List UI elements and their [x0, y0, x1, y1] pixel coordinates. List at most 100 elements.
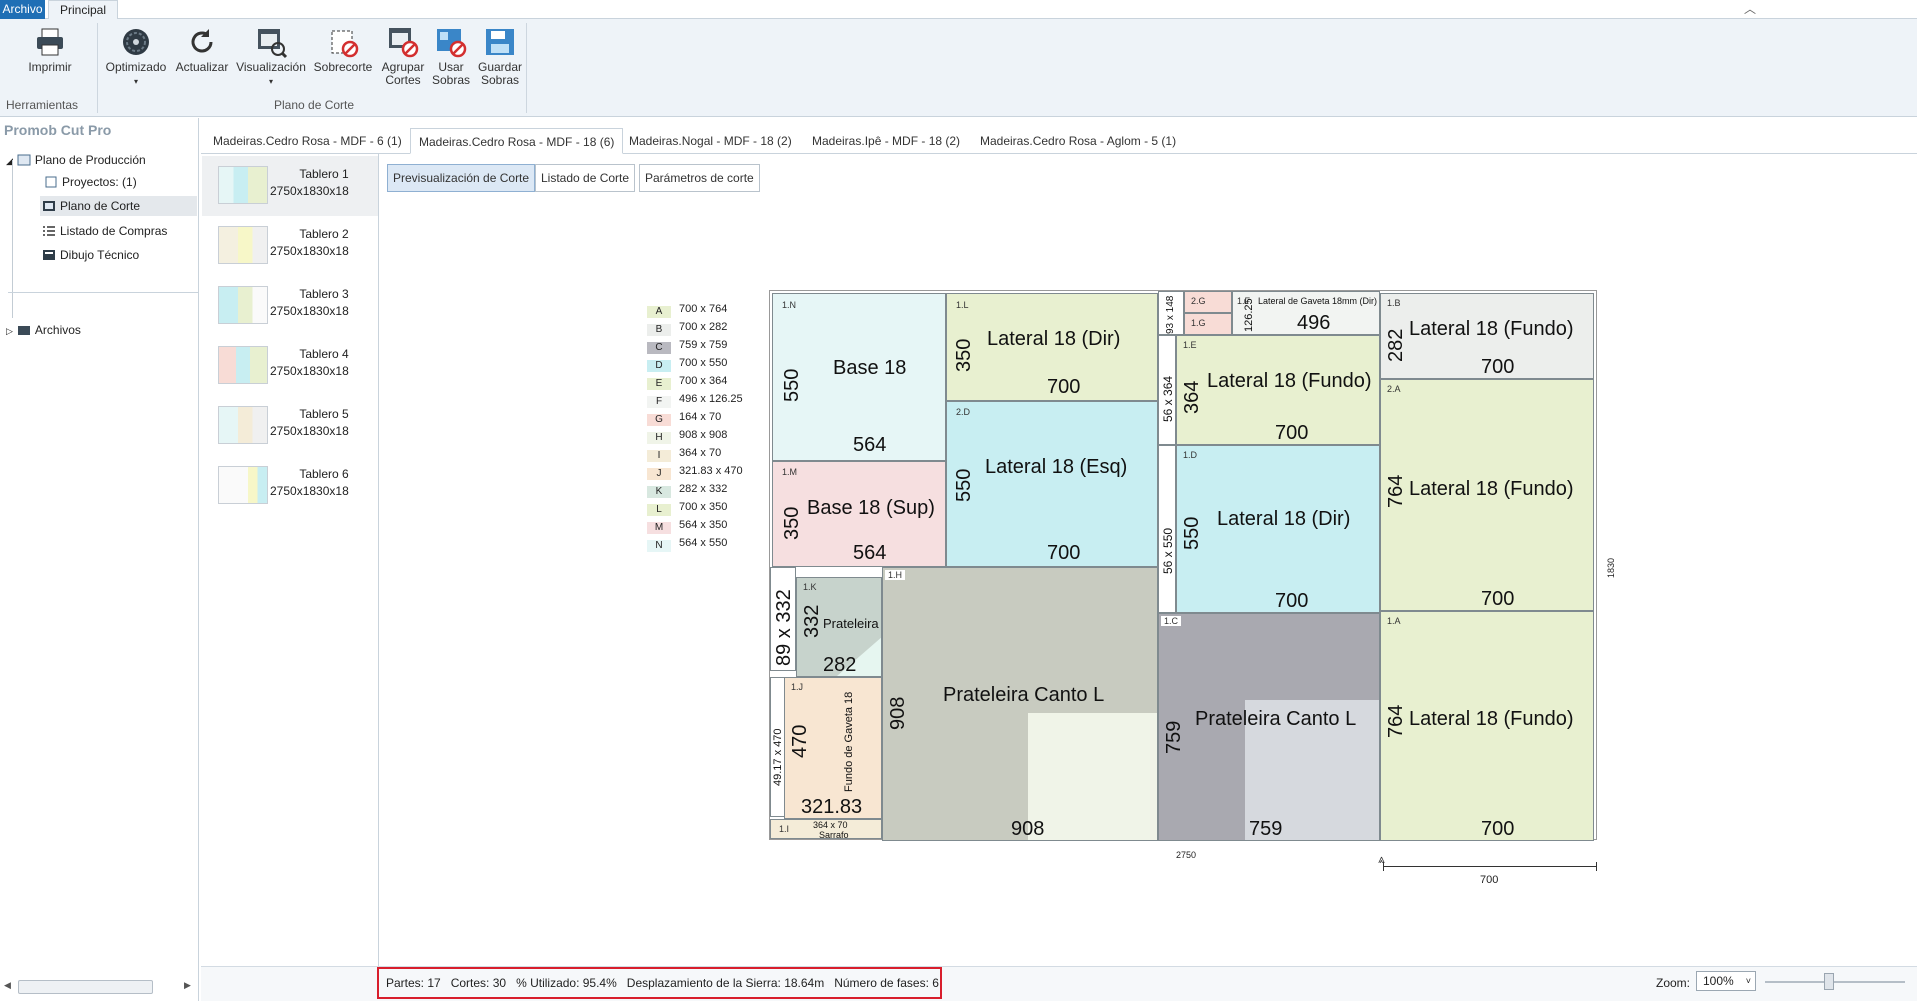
piece-1A[interactable]: 1.A Lateral 18 (Fundo) 700 764: [1380, 611, 1594, 841]
app-window: Archivo Principal ︿ Imprimir Optimizado ▾…: [0, 0, 1917, 1001]
legend-item: F 496 x 126.25: [647, 390, 743, 408]
piece-width: 700: [1275, 422, 1309, 444]
subtab-cut-parameters[interactable]: Parámetros de corte: [639, 164, 760, 192]
legend-code: J: [647, 468, 671, 480]
legend-size: 564 x 550: [679, 537, 728, 549]
legend-code: M: [647, 522, 671, 534]
board-item-4[interactable]: Tablero 4 2750x1830x18: [202, 336, 378, 396]
tree-item-files[interactable]: ▷ Archivos: [6, 320, 81, 340]
optimize-button[interactable]: Optimizado ▾: [100, 25, 172, 88]
board-thumbnail: [218, 286, 268, 324]
legend-item: G 164 x 70: [647, 408, 721, 426]
folder-icon: [17, 326, 30, 335]
piece-1I[interactable]: 1.I 364 x 70 Sarrafo: [770, 819, 882, 839]
board-thumbnail: [218, 226, 268, 264]
legend-size: 282 x 332: [679, 483, 728, 495]
legend-code: E: [647, 378, 671, 390]
cutting-board: 1.N Base 18 564 550 1.M Base 18 (Sup) 56…: [769, 290, 1597, 841]
piece-2A[interactable]: 2.A Lateral 18 (Fundo) 700 764: [1380, 379, 1594, 611]
list-icon: [43, 226, 55, 236]
tree-item-purchase-list[interactable]: Listado de Compras: [42, 221, 167, 241]
print-label: Imprimir: [28, 60, 72, 74]
legend-size: 908 x 908: [679, 429, 728, 441]
scrap-size: 93 x 148: [1165, 295, 1176, 334]
piece-height: 550: [953, 468, 975, 502]
measure-tick: [1596, 862, 1597, 871]
legend-item: A 700 x 764: [647, 300, 727, 318]
piece-1E[interactable]: 1.E Lateral 18 (Fundo) 700 364: [1176, 335, 1380, 445]
legend-item: N 564 x 550: [647, 534, 727, 552]
save-leftovers-button[interactable]: Guardar Sobras: [474, 25, 526, 87]
piece-2D[interactable]: 2.D Lateral 18 (Esq) 700 550: [946, 401, 1158, 567]
tree-item-cut-plan[interactable]: Plano de Corte: [40, 196, 197, 216]
chevron-down-icon: ˅: [1745, 976, 1751, 986]
scroll-right-icon[interactable]: ▶: [184, 980, 191, 991]
piece-height: 550: [781, 368, 803, 402]
horizontal-scrollbar[interactable]: ◀ ▶: [4, 978, 192, 996]
piece-name: Lateral 18 (Dir): [1217, 508, 1351, 530]
printer-icon: [37, 28, 63, 56]
piece-1K[interactable]: 1.K Prateleira 282 332: [796, 577, 882, 677]
legend-item: D 700 x 550: [647, 354, 727, 372]
visualize-button[interactable]: Visualización ▾: [232, 25, 310, 88]
piece-1H[interactable]: 1.H Prateleira Canto L 908 908: [882, 567, 1158, 841]
menu-principal[interactable]: Principal: [48, 0, 118, 20]
refresh-button[interactable]: Actualizar: [172, 25, 232, 74]
scrollbar-thumb[interactable]: [18, 980, 153, 994]
piece-1L[interactable]: 1.L Lateral 18 (Dir) 700 350: [946, 293, 1158, 401]
collapse-ribbon-icon[interactable]: ︿: [1740, 0, 1760, 16]
board-item-2[interactable]: Tablero 2 2750x1830x18: [202, 216, 378, 276]
tab-material-4[interactable]: Madeiras.Cedro Rosa - Aglom - 5 (1): [972, 128, 1184, 154]
scroll-left-icon[interactable]: ◀: [4, 980, 11, 991]
board-item-1[interactable]: Tablero 1 2750x1830x18: [202, 156, 378, 216]
visualize-icon: [258, 29, 288, 59]
legend-size: 700 x 282: [679, 321, 728, 333]
piece-size: 364 x 70: [813, 820, 848, 830]
piece-1D[interactable]: 1.D Lateral 18 (Dir) 700 550: [1176, 445, 1380, 613]
piece-width: 496: [1297, 312, 1331, 334]
overcut-icon: [331, 30, 359, 58]
print-button[interactable]: Imprimir: [18, 25, 82, 74]
piece-1G[interactable]: 1.G: [1184, 313, 1232, 335]
tab-material-2[interactable]: Madeiras.Nogal - MDF - 18 (2): [621, 128, 800, 154]
piece-2G[interactable]: 2.G: [1184, 291, 1232, 313]
use-leftovers-label: Usar Sobras: [431, 60, 471, 87]
tree-item-technical-drawing[interactable]: Dibujo Técnico: [42, 245, 139, 265]
group-cuts-button[interactable]: Agrupar Cortes: [376, 25, 430, 87]
piece-1M[interactable]: 1.M Base 18 (Sup) 564 350: [772, 461, 946, 567]
board-item-6[interactable]: Tablero 6 2750x1830x18: [202, 456, 378, 516]
piece-width: 700: [1481, 818, 1515, 840]
tab-material-3[interactable]: Madeiras.Ipê - MDF - 18 (2): [804, 128, 968, 154]
piece-height: 350: [953, 338, 975, 372]
zoom-slider-thumb[interactable]: [1824, 973, 1834, 990]
tree-item-projects[interactable]: Proyectos: (1): [44, 172, 137, 192]
menu-archivo[interactable]: Archivo: [0, 0, 45, 19]
piece-height: 332: [801, 604, 823, 638]
legend-size: 496 x 126.25: [679, 393, 743, 405]
zoom-slider[interactable]: [1765, 981, 1905, 983]
tree-item-production-plan[interactable]: ◢ Plano de Producción: [6, 150, 146, 170]
board-item-3[interactable]: Tablero 3 2750x1830x18: [202, 276, 378, 336]
piece-remainder: [1028, 713, 1157, 840]
piece-1N[interactable]: 1.N Base 18 564 550: [772, 293, 946, 461]
use-leftovers-button[interactable]: Usar Sobras: [430, 25, 472, 87]
piece-1J[interactable]: 1.J Fundo de Gaveta 18 321.83 470: [784, 677, 882, 819]
saw-blade-icon: [123, 29, 149, 55]
piece-width: 282: [823, 654, 857, 676]
measure-value: 700: [1480, 874, 1499, 886]
tree-divider: [8, 292, 198, 293]
tab-material-0[interactable]: Madeiras.Cedro Rosa - MDF - 6 (1): [205, 128, 410, 154]
piece-1C[interactable]: 1.C Prateleira Canto L 759 759: [1158, 613, 1380, 841]
board-item-5[interactable]: Tablero 5 2750x1830x18: [202, 396, 378, 456]
piece-name: Lateral 18 (Fundo): [1207, 370, 1372, 392]
piece-1B[interactable]: 1.B Lateral 18 (Fundo) 700 282: [1380, 293, 1594, 379]
zoom-select[interactable]: 100% ˅: [1696, 971, 1756, 991]
tab-material-1[interactable]: Madeiras.Cedro Rosa - MDF - 18 (6): [410, 128, 624, 154]
legend-size: 759 x 759: [679, 339, 728, 351]
subtab-preview[interactable]: Previsualización de Corte: [387, 164, 536, 192]
subtab-cut-list[interactable]: Listado de Corte: [535, 164, 636, 192]
legend-size: 321.83 x 470: [679, 465, 743, 477]
piece-1F[interactable]: 1.F Lateral de Gaveta 18mm (Dir) 496 126…: [1232, 291, 1380, 335]
board-width-label: 2750: [1176, 850, 1197, 860]
overcut-button[interactable]: Sobrecorte: [310, 25, 376, 74]
